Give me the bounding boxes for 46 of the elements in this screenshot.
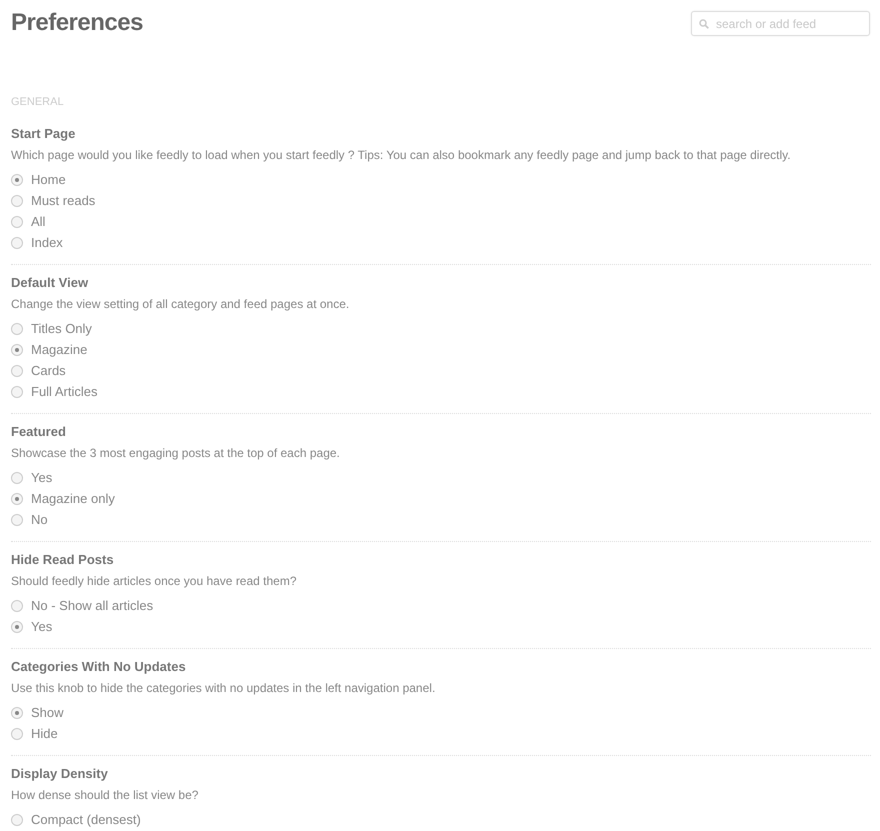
- option-label[interactable]: Hide: [31, 726, 58, 742]
- setting-description: Change the view setting of all category and feed pages at once.: [11, 296, 350, 312]
- radio-button[interactable]: [11, 364, 23, 376]
- setting-title: Categories With No Updates: [11, 658, 186, 676]
- setting-title: Start Page: [11, 125, 76, 143]
- option-label[interactable]: Index: [31, 234, 63, 250]
- radio-button[interactable]: [11, 386, 23, 398]
- option-label[interactable]: No - Show all articles: [31, 598, 154, 614]
- option-label[interactable]: Show: [31, 704, 64, 720]
- option-label[interactable]: Home: [31, 172, 66, 188]
- radio-button[interactable]: [11, 492, 23, 504]
- radio-button[interactable]: [11, 620, 23, 632]
- setting-description: Showcase the 3 most engaging posts at the top of each page.: [11, 445, 340, 461]
- option-label[interactable]: Yes: [31, 618, 52, 634]
- option-label[interactable]: Must reads: [31, 192, 96, 208]
- search-icon: [699, 19, 709, 29]
- setting-title: Featured: [11, 423, 66, 441]
- option-label[interactable]: Compact (densest): [31, 812, 141, 828]
- option-label[interactable]: Magazine only: [31, 490, 115, 506]
- radio-button[interactable]: [11, 514, 23, 526]
- radio-button[interactable]: [11, 194, 23, 206]
- option-label[interactable]: Full Articles: [31, 384, 98, 400]
- page-title: Preferences: [11, 8, 143, 38]
- radio-button[interactable]: [11, 174, 23, 186]
- option-label[interactable]: Cards: [31, 362, 66, 378]
- radio-button[interactable]: [11, 322, 23, 334]
- radio-button[interactable]: [11, 236, 23, 248]
- radio-button[interactable]: [11, 472, 23, 484]
- option-label[interactable]: Yes: [31, 470, 52, 486]
- option-label[interactable]: Titles Only: [31, 320, 92, 336]
- setting-description: Which page would you like feedly to load when you start feedly ? Tips: You can also bookmark any feedly page and jump back to that page directly.: [11, 147, 791, 163]
- setting-description: Use this knob to hide the categories with no updates in the left navigation panel.: [11, 680, 436, 696]
- radio-button[interactable]: [11, 728, 23, 740]
- radio-button[interactable]: [11, 814, 23, 826]
- option-label[interactable]: Magazine: [31, 342, 88, 358]
- setting-title: Default View: [11, 274, 88, 292]
- option-label[interactable]: No: [31, 512, 48, 528]
- radio-button[interactable]: [11, 216, 23, 228]
- radio-button[interactable]: [11, 344, 23, 356]
- setting-title: Display Density: [11, 765, 108, 783]
- setting-description: Should feedly hide articles once you have read them?: [11, 573, 297, 589]
- radio-button[interactable]: [11, 600, 23, 612]
- option-label[interactable]: All: [31, 214, 46, 230]
- setting-description: How dense should the list view be?: [11, 787, 198, 803]
- setting-title: Hide Read Posts: [11, 551, 114, 569]
- radio-button[interactable]: [11, 706, 23, 718]
